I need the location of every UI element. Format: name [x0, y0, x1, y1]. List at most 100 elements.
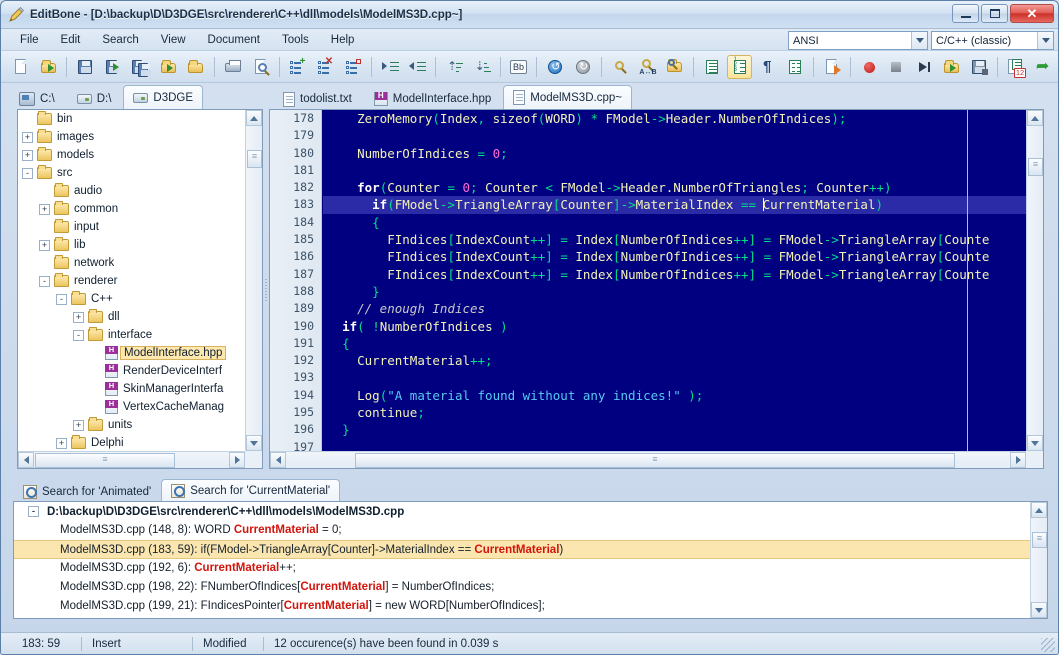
search-result-row[interactable]: ModelMS3D.cpp (192, 6): CurrentMaterial+… — [14, 559, 1030, 578]
code-line[interactable]: } — [323, 283, 1026, 300]
save-button[interactable] — [72, 55, 98, 79]
reload-file-button[interactable] — [156, 55, 182, 79]
search-result-row[interactable]: ModelMS3D.cpp (199, 21): FIndicesPointer… — [14, 597, 1030, 616]
drive-tab-d3dge[interactable]: D3DGE — [123, 85, 204, 109]
group-collapse-toggle[interactable]: - — [28, 506, 39, 517]
code-line[interactable]: FIndices[IndexCount++] = Index[NumberOfI… — [323, 231, 1026, 248]
undo-button[interactable]: ↺ — [542, 55, 568, 79]
results-vertical-scrollbar[interactable] — [1030, 502, 1047, 618]
code-line[interactable]: FIndices[IndexCount++] = Index[NumberOfI… — [323, 248, 1026, 265]
menu-item-search[interactable]: Search — [91, 32, 149, 48]
macro-stop-button[interactable] — [883, 55, 909, 79]
special-chars-button[interactable]: ¶ — [754, 55, 780, 79]
results-vertical-scroll-thumb[interactable] — [1032, 532, 1047, 548]
tab-todolist-txt[interactable]: todolist.txt — [273, 88, 362, 109]
expand-node-icon[interactable]: + — [73, 419, 84, 431]
tree-node[interactable]: ModelInterface.hpp — [18, 344, 245, 362]
code-text-area[interactable]: ZeroMemory(Index, sizeof(WORD) * FModel-… — [323, 110, 1026, 451]
collapse-node-icon[interactable]: - — [73, 329, 84, 341]
tree-node[interactable]: + units — [18, 416, 245, 434]
code-line[interactable] — [323, 162, 1026, 179]
redo-button[interactable]: ↻ — [570, 55, 596, 79]
editor-scroll-left-button[interactable] — [270, 452, 286, 468]
results-scroll-down-button[interactable] — [1031, 602, 1047, 618]
tree-scroll-up-button[interactable] — [246, 110, 262, 126]
code-line[interactable]: // enough Indices — [323, 300, 1026, 317]
collapse-node-icon[interactable]: - — [39, 275, 50, 287]
open-file-button[interactable] — [36, 55, 62, 79]
code-line[interactable]: if( !NumberOfIndices ) — [323, 318, 1026, 335]
code-line[interactable]: NumberOfIndices = 0; — [323, 145, 1026, 162]
export-button[interactable] — [819, 55, 845, 79]
tree-node[interactable]: - C++ — [18, 290, 245, 308]
tree-node[interactable]: bin — [18, 110, 245, 128]
expand-node-icon[interactable]: + — [73, 311, 84, 323]
drive-tab-d[interactable]: D:\ — [67, 88, 122, 109]
search-result-row[interactable]: ModelMS3D.cpp (148, 8): WORD CurrentMate… — [14, 521, 1030, 540]
tree-node[interactable]: + images — [18, 128, 245, 146]
save-all-button[interactable] — [128, 55, 154, 79]
editor-horizontal-scrollbar[interactable] — [270, 451, 1026, 468]
code-line[interactable]: continue; — [323, 404, 1026, 421]
tree-scroll-right-button[interactable] — [229, 452, 245, 468]
outdent-button[interactable] — [404, 55, 430, 79]
tree-node[interactable]: + common — [18, 200, 245, 218]
sort-descending-button[interactable]: ⇣ — [469, 55, 495, 79]
code-line[interactable]: ZeroMemory(Index, sizeof(WORD) * FModel-… — [323, 110, 1026, 127]
collapse-node-icon[interactable]: - — [56, 293, 67, 305]
tree-node[interactable]: - renderer — [18, 272, 245, 290]
expand-node-icon[interactable]: + — [39, 239, 50, 251]
tree-node[interactable]: - interface — [18, 326, 245, 344]
editor-vertical-scroll-thumb[interactable] — [1028, 158, 1043, 176]
code-line[interactable] — [323, 369, 1026, 386]
minimize-button[interactable] — [952, 4, 979, 23]
search-result-row[interactable]: ModelMS3D.cpp (183, 59): if(FModel->Tria… — [14, 540, 1030, 559]
expand-node-icon[interactable]: + — [22, 149, 33, 161]
tree-scroll-left-button[interactable] — [18, 452, 34, 468]
compare-button[interactable]: 12 — [1003, 55, 1029, 79]
search-results-list[interactable]: - D:\backup\D\D3DGE\src\renderer\C++\dll… — [14, 502, 1030, 618]
tree-node[interactable]: network — [18, 254, 245, 272]
select-columns-button[interactable] — [782, 55, 808, 79]
macro-play-button[interactable] — [911, 55, 937, 79]
tab-modelinterface-hpp[interactable]: ModelInterface.hpp — [364, 88, 501, 109]
macro-save-button[interactable] — [967, 55, 993, 79]
menu-item-help[interactable]: Help — [320, 32, 366, 48]
print-preview-button[interactable] — [248, 55, 274, 79]
new-file-button[interactable] — [8, 55, 34, 79]
code-line[interactable] — [323, 127, 1026, 144]
tree-node[interactable]: + lib — [18, 236, 245, 254]
delete-line-button[interactable]: ✕ — [312, 55, 338, 79]
close-folder-button[interactable] — [183, 55, 209, 79]
menu-item-edit[interactable]: Edit — [50, 32, 92, 48]
tree-node[interactable]: + models — [18, 146, 245, 164]
code-line-current[interactable]: if(FModel->TriangleArray[Counter]->Mater… — [323, 196, 1026, 214]
tree-node[interactable]: RenderDeviceInterf — [18, 362, 245, 380]
goto-button[interactable]: ➦ — [1031, 55, 1057, 79]
editor-scroll-down-button[interactable] — [1027, 435, 1043, 451]
code-line[interactable]: { — [323, 335, 1026, 352]
menu-item-tools[interactable]: Tools — [271, 32, 320, 48]
code-line[interactable]: { — [323, 214, 1026, 231]
tree-node[interactable]: + Delphi — [18, 434, 245, 451]
code-line[interactable]: FIndices[IndexCount++] = Index[NumberOfI… — [323, 266, 1026, 283]
chevron-down-icon[interactable] — [911, 32, 927, 49]
collapse-node-icon[interactable]: - — [22, 167, 33, 179]
print-button[interactable] — [220, 55, 246, 79]
maximize-button[interactable] — [981, 4, 1008, 23]
search-tab-animated[interactable]: Search for 'Animated' — [13, 481, 161, 501]
edit-line-button[interactable] — [340, 55, 366, 79]
tree-node[interactable]: audio — [18, 182, 245, 200]
tree-vertical-scroll-thumb[interactable] — [247, 150, 262, 168]
tree-horizontal-scrollbar[interactable] — [18, 451, 245, 468]
expand-node-icon[interactable]: + — [56, 437, 67, 449]
tree-node[interactable]: SkinManagerInterfa — [18, 380, 245, 398]
expand-node-icon[interactable]: + — [22, 131, 33, 143]
editor-vertical-scrollbar[interactable] — [1026, 110, 1043, 451]
editor-scroll-up-button[interactable] — [1027, 110, 1043, 126]
insert-line-button[interactable]: + — [285, 55, 311, 79]
tree-vertical-scrollbar[interactable] — [245, 110, 262, 451]
search-tab-currentmaterial[interactable]: Search for 'CurrentMaterial' — [161, 479, 341, 501]
find-in-files-button[interactable] — [662, 55, 688, 79]
menu-item-document[interactable]: Document — [197, 32, 271, 48]
